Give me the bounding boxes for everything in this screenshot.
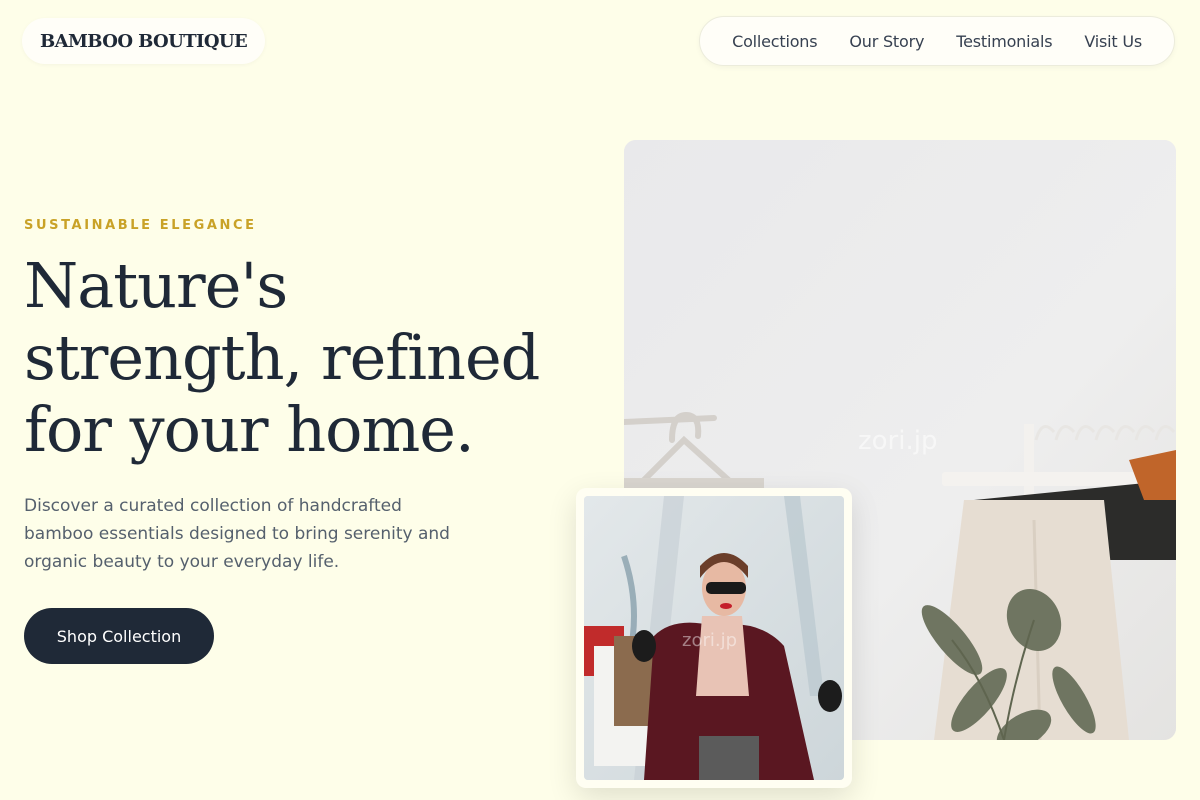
inset-image-watermark: zori.jp	[682, 630, 738, 651]
hero-eyebrow: SUSTAINABLE ELEGANCE	[24, 218, 257, 233]
shop-collection-button[interactable]: Shop Collection	[24, 608, 214, 664]
hero-headline: Nature's strength, refined for your home…	[24, 249, 540, 466]
inset-shopper-image: zori.jp	[584, 496, 844, 780]
page: BAMBOO BOUTIQUE Collections Our Story Te…	[0, 0, 1200, 800]
nav-item-testimonials[interactable]: Testimonials	[956, 32, 1052, 51]
nav-item-collections[interactable]: Collections	[732, 32, 817, 51]
inset-image-frame: zori.jp	[576, 488, 852, 788]
main-nav: Collections Our Story Testimonials Visit…	[699, 16, 1175, 66]
main-image-watermark: zori.jp	[858, 426, 938, 456]
hero-description: Discover a curated collection of handcra…	[24, 496, 450, 572]
nav-item-visit-us[interactable]: Visit Us	[1084, 32, 1142, 51]
nav-item-our-story[interactable]: Our Story	[849, 32, 924, 51]
brand-logo-text: BAMBOO BOUTIQUE	[40, 30, 248, 52]
brand-logo[interactable]: BAMBOO BOUTIQUE	[22, 18, 266, 64]
